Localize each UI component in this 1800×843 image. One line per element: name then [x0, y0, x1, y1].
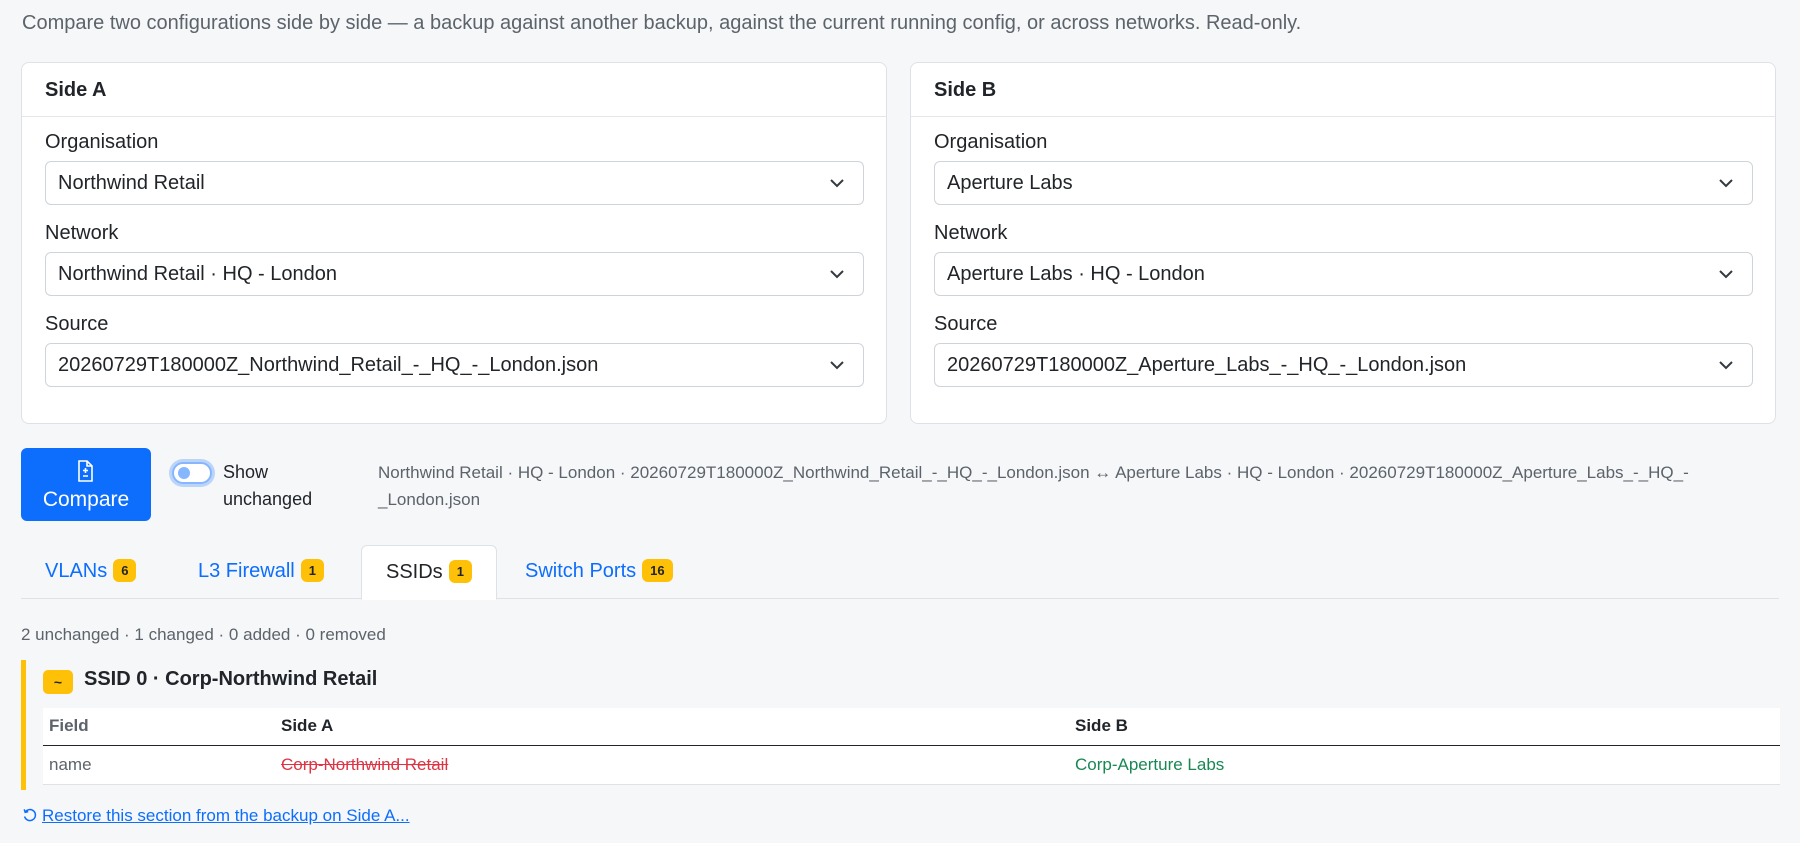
side-a-organisation-select[interactable]: Northwind Retail	[45, 161, 864, 205]
comparison-summary: Northwind Retail · HQ - London · 2026072…	[378, 463, 1689, 509]
side-a-network-value: Northwind Retail · HQ - London	[58, 263, 338, 285]
tab-label: L3 Firewall	[198, 560, 295, 582]
tab-count-badge: 1	[448, 560, 472, 583]
diff-field-name: name	[43, 745, 275, 785]
tab-vlans[interactable]: VLANs 6	[21, 545, 160, 599]
side-a-source-value: 20260729T180000Z_Northwind_Retail_-_HQ_-…	[58, 354, 599, 376]
side-b-card: Side B Organisation Aperture Labs Networ…	[910, 62, 1776, 424]
side-a-network-select[interactable]: Northwind Retail · HQ - London	[45, 252, 864, 296]
chevron-down-icon	[830, 179, 844, 188]
tab-switch-ports[interactable]: Switch Ports 16	[501, 545, 697, 599]
show-unchanged-toggle[interactable]	[172, 462, 212, 484]
restore-link-label: Restore this section from the backup on …	[42, 806, 410, 825]
side-b-organisation-value: Aperture Labs	[947, 172, 1073, 194]
chevron-down-icon	[1719, 270, 1733, 279]
diff-section: ~ SSID 0 · Corp-Northwind Retail Field S…	[21, 660, 1780, 790]
side-b-organisation-label: Organisation	[934, 131, 1048, 153]
toggle-knob	[178, 467, 190, 479]
page-description: Compare two configurations side by side …	[22, 12, 1302, 34]
changed-status-icon: ~	[43, 670, 73, 694]
tab-count-badge: 6	[113, 559, 137, 582]
tab-ssids[interactable]: SSIDs 1	[361, 545, 497, 600]
chevron-down-icon	[1719, 361, 1733, 370]
compare-button-label: Compare	[42, 488, 130, 511]
side-b-source-value: 20260729T180000Z_Aperture_Labs_-_HQ_-_Lo…	[947, 354, 1467, 376]
side-b-network-select[interactable]: Aperture Labs · HQ - London	[934, 252, 1753, 296]
side-a-card: Side A Organisation Northwind Retail Net…	[21, 62, 887, 424]
column-header-side-b: Side B	[1069, 708, 1780, 746]
side-b-network-value: Aperture Labs · HQ - London	[947, 263, 1205, 285]
side-b-organisation-select[interactable]: Aperture Labs	[934, 161, 1753, 205]
side-b-source-label: Source	[934, 313, 998, 335]
diff-table: Field Side A Side B name Corp-Northwind …	[43, 708, 1780, 785]
chevron-down-icon	[830, 361, 844, 370]
side-b-title: Side B	[911, 63, 1775, 117]
file-diff-icon	[78, 460, 93, 482]
tab-label: Switch Ports	[525, 560, 637, 582]
tab-count-badge: 16	[642, 559, 673, 582]
chevron-down-icon	[830, 270, 844, 279]
restore-icon	[23, 808, 37, 822]
side-a-network-label: Network	[45, 222, 119, 244]
table-row: name Corp-Northwind Retail Corp-Aperture…	[43, 745, 1780, 785]
chevron-down-icon	[1719, 179, 1733, 188]
show-unchanged-label[interactable]: Show unchanged	[223, 459, 333, 513]
side-a-organisation-value: Northwind Retail	[58, 172, 205, 194]
diff-counts: 2 unchanged · 1 changed · 0 added · 0 re…	[21, 625, 386, 644]
side-a-old-value: Corp-Northwind Retail	[281, 754, 449, 774]
side-a-source-select[interactable]: 20260729T180000Z_Northwind_Retail_-_HQ_-…	[45, 343, 864, 387]
column-header-field: Field	[43, 708, 275, 746]
side-a-source-label: Source	[45, 313, 109, 335]
tab-label: VLANs	[45, 560, 108, 582]
diff-section-title: SSID 0 · Corp-Northwind Retail	[84, 668, 378, 690]
tab-label: SSIDs	[386, 561, 443, 583]
restore-section-link[interactable]: Restore this section from the backup on …	[22, 806, 410, 826]
compare-button[interactable]: Compare	[21, 448, 151, 521]
tab-l3-firewall[interactable]: L3 Firewall 1	[174, 545, 348, 599]
tab-count-badge: 1	[300, 559, 324, 582]
side-a-title: Side A	[22, 63, 886, 117]
side-b-new-value: Corp-Aperture Labs	[1075, 754, 1225, 774]
side-a-organisation-label: Organisation	[45, 131, 159, 153]
side-b-network-label: Network	[934, 222, 1008, 244]
side-b-source-select[interactable]: 20260729T180000Z_Aperture_Labs_-_HQ_-_Lo…	[934, 343, 1753, 387]
column-header-side-a: Side A	[275, 708, 1069, 746]
diff-table-header-row: Field Side A Side B	[43, 708, 1780, 746]
